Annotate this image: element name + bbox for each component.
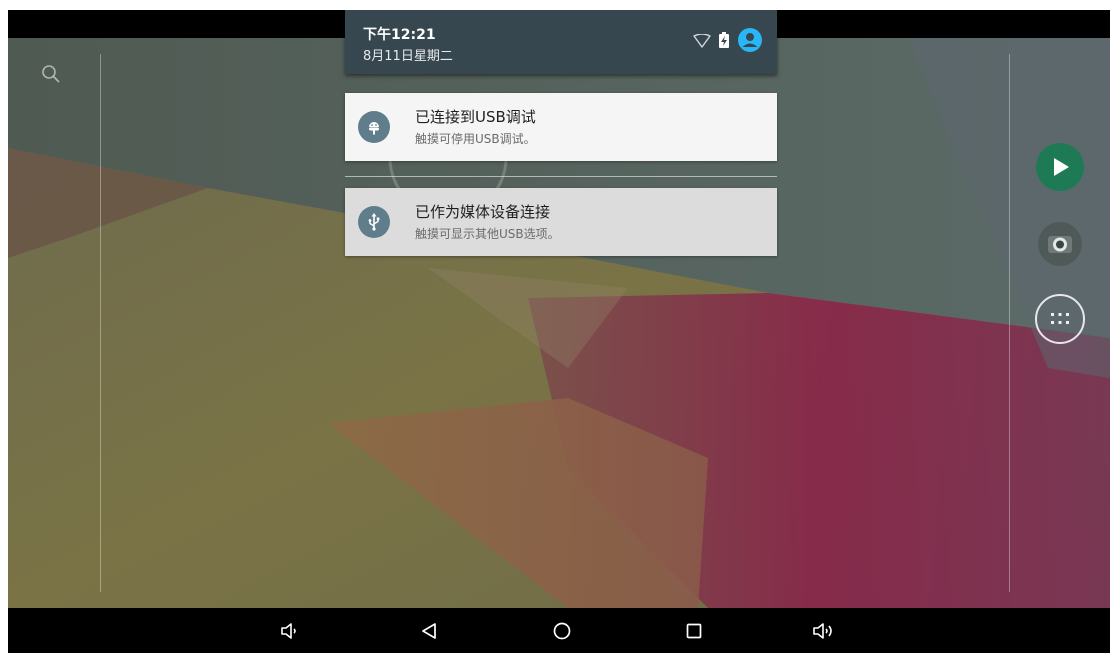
android-debug-icon <box>358 111 390 143</box>
recents-icon[interactable] <box>674 614 714 648</box>
home-icon[interactable] <box>542 614 582 648</box>
search-icon[interactable] <box>40 63 62 85</box>
right-edge-line <box>1009 54 1010 592</box>
notification-text: 触摸可显示其他USB选项。 <box>415 227 560 241</box>
notification-title: 已作为媒体设备连接 <box>415 203 551 221</box>
notification-divider <box>345 176 777 177</box>
volume-up-icon[interactable] <box>805 614 845 648</box>
navigation-bar <box>8 608 1110 653</box>
device-screen: 下午12:21 8月11日星期二 已连接到USB调试 触摸可停用USB调试。 已… <box>8 10 1110 653</box>
notification-usb-debugging[interactable]: 已连接到USB调试 触摸可停用USB调试。 <box>345 93 777 161</box>
usb-icon <box>358 206 390 238</box>
camera-icon[interactable] <box>1038 222 1082 266</box>
battery-charging-icon <box>719 32 729 52</box>
volume-down-icon[interactable] <box>271 614 311 648</box>
clock-date: 8月11日星期二 <box>363 49 453 64</box>
notification-media-device[interactable]: 已作为媒体设备连接 触摸可显示其他USB选项。 <box>345 188 777 256</box>
app-drawer-icon[interactable] <box>1035 294 1085 344</box>
play-store-icon[interactable] <box>1036 143 1084 191</box>
notification-shade-header: 下午12:21 8月11日星期二 <box>345 10 777 74</box>
notification-title: 已连接到USB调试 <box>415 108 536 126</box>
notification-text: 触摸可停用USB调试。 <box>415 132 536 146</box>
left-edge-line <box>100 54 101 592</box>
account-icon[interactable] <box>737 27 763 57</box>
status-icons <box>693 28 763 56</box>
wifi-icon <box>693 32 711 52</box>
back-icon[interactable] <box>409 614 449 648</box>
clock-time: 下午12:21 <box>363 27 436 43</box>
